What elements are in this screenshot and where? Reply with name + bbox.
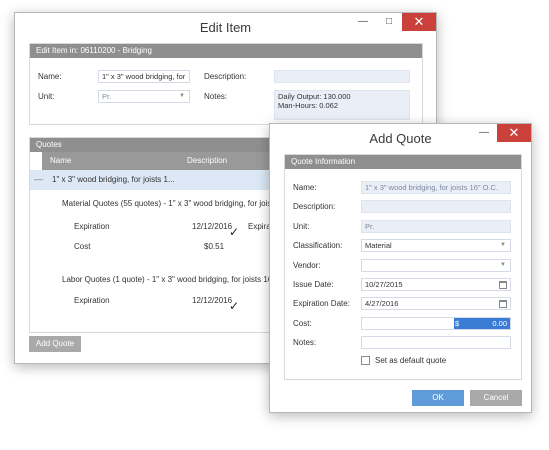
- collapse-icon[interactable]: —: [34, 174, 43, 184]
- cost-currency: $: [455, 319, 460, 328]
- description-input[interactable]: [274, 70, 410, 83]
- material-expiration-value: 12/12/2016: [192, 222, 233, 231]
- material-expiration-label: Expiration: [74, 222, 110, 231]
- default-quote-checkbox[interactable]: [361, 356, 370, 365]
- default-quote-label[interactable]: Set as default quote: [375, 356, 446, 365]
- description-label: Description:: [204, 72, 247, 81]
- labor-expiration-value: 12/12/2016: [192, 296, 233, 305]
- notes-textarea[interactable]: Daily Output: 130.000 Man-Hours: 0.062: [274, 90, 410, 120]
- name-input[interactable]: 1" x 3" wood bridging, for: [98, 70, 190, 83]
- unit-value: Pr.: [102, 92, 112, 101]
- add-quote-titlebar[interactable]: Add Quote — ✕: [270, 124, 531, 152]
- chevron-down-icon: ▼: [500, 262, 506, 268]
- chevron-down-icon: ▼: [179, 93, 185, 99]
- material-quotes-title: Material Quotes (55 quotes) - 1" x 3" wo…: [62, 199, 284, 208]
- notes-label: Notes:: [204, 92, 228, 101]
- edit-item-panel: Edit Item in: 06110200 - Bridging Name: …: [29, 43, 423, 125]
- chevron-down-icon: ▼: [500, 242, 506, 248]
- quote-unit-input[interactable]: Pr.: [361, 220, 511, 233]
- check-icon: ✓: [229, 225, 240, 239]
- quote-description-label: Description:: [293, 202, 336, 211]
- quote-information-header: Quote Information: [285, 155, 521, 169]
- calendar-icon[interactable]: [499, 300, 507, 308]
- labor-quotes-title: Labor Quotes (1 quote) - 1" x 3" wood br…: [62, 275, 284, 284]
- unit-label: Unit:: [38, 92, 55, 101]
- cancel-button[interactable]: Cancel: [470, 390, 522, 406]
- quote-notes-input[interactable]: [361, 336, 511, 349]
- classification-select[interactable]: Material ▼: [361, 239, 511, 252]
- cost-value: 0.00: [492, 319, 507, 328]
- name-label: Name:: [38, 72, 62, 81]
- unit-select[interactable]: Pr. ▼: [98, 90, 190, 103]
- quote-group-label: 1" x 3" wood bridging, for joists 1...: [52, 175, 175, 184]
- expiration-date-picker[interactable]: 4/27/2016: [361, 297, 511, 310]
- cost-input[interactable]: $ 0.00: [361, 317, 511, 330]
- quote-unit-label: Unit:: [293, 222, 310, 231]
- vendor-label: Vendor:: [293, 261, 321, 270]
- quote-notes-label: Notes:: [293, 338, 317, 347]
- quote-name-label: Name:: [293, 183, 317, 192]
- issue-date-label: Issue Date:: [293, 280, 334, 289]
- edit-item-titlebar[interactable]: Edit Item — □ ✕: [15, 13, 436, 41]
- classification-value: Material: [365, 241, 392, 250]
- quote-information-panel: Quote Information Name: 1" x 3" wood bri…: [284, 154, 522, 380]
- add-quote-dialog: Add Quote — ✕ Quote Information Name: 1"…: [269, 123, 532, 413]
- close-icon[interactable]: ✕: [497, 124, 531, 142]
- issue-date-value: 10/27/2015: [365, 280, 403, 289]
- add-quote-button[interactable]: Add Quote: [29, 336, 81, 352]
- edit-item-panel-header: Edit Item in: 06110200 - Bridging: [30, 44, 422, 58]
- minimize-icon[interactable]: —: [350, 13, 376, 31]
- quote-description-input[interactable]: [361, 200, 511, 213]
- maximize-icon[interactable]: □: [376, 13, 402, 31]
- expiration-date-label: Expiration Date:: [293, 299, 350, 308]
- quote-name-input[interactable]: 1" x 3" wood bridging, for joists 16" O.…: [361, 181, 511, 194]
- labor-quote-card[interactable]: Expiration 12/12/2016 ✓: [66, 290, 286, 314]
- material-quote-card[interactable]: Expiration 12/12/2016 ✓ Expiration Cost …: [66, 214, 286, 260]
- classification-label: Classification:: [293, 241, 343, 250]
- calendar-icon[interactable]: [499, 281, 507, 289]
- column-description[interactable]: Description: [187, 152, 227, 170]
- issue-date-picker[interactable]: 10/27/2015: [361, 278, 511, 291]
- material-cost-value: $0.51: [204, 242, 225, 251]
- material-cost-label: Cost: [74, 242, 91, 251]
- minimize-icon[interactable]: —: [471, 124, 497, 142]
- labor-expiration-label: Expiration: [74, 296, 110, 305]
- column-name[interactable]: Name: [50, 152, 71, 170]
- check-icon: ✓: [229, 299, 240, 313]
- cost-label: Cost:: [293, 319, 312, 328]
- close-icon[interactable]: ✕: [402, 13, 436, 31]
- ok-button[interactable]: OK: [412, 390, 464, 406]
- expiration-date-value: 4/27/2016: [365, 299, 399, 308]
- vendor-select[interactable]: ▼: [361, 259, 511, 272]
